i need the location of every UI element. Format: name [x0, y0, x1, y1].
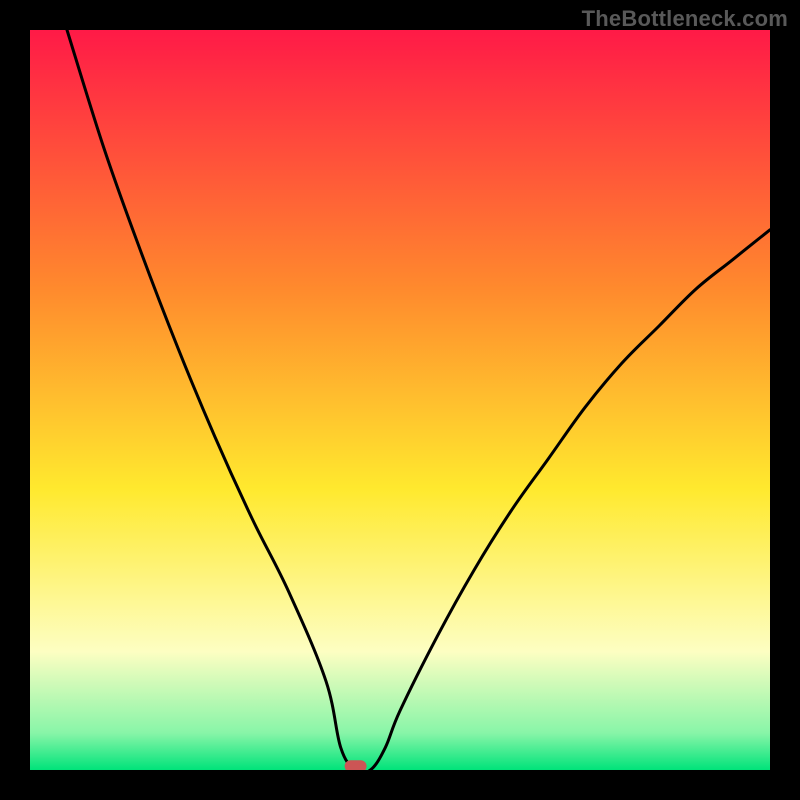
optimal-marker: [345, 760, 367, 770]
plot-area: [30, 30, 770, 770]
gradient-background: [30, 30, 770, 770]
watermark-text: TheBottleneck.com: [582, 6, 788, 32]
chart-frame: TheBottleneck.com: [0, 0, 800, 800]
plot-svg: [30, 30, 770, 770]
